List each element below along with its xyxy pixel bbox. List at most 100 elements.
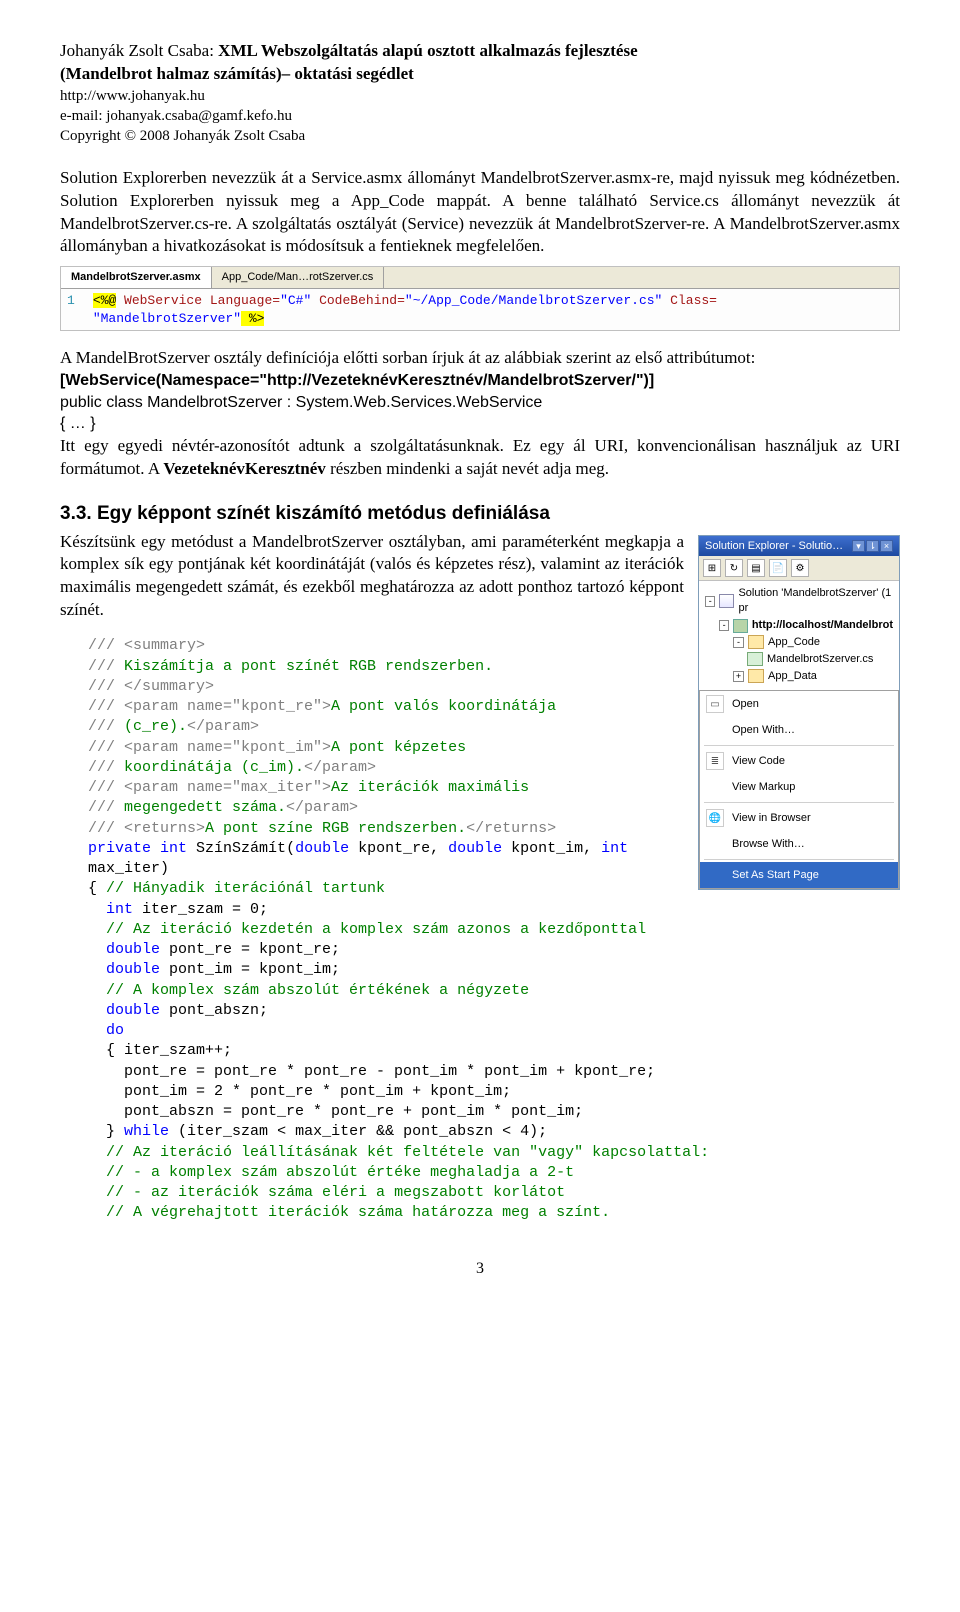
after-ss-p1: A MandelBrotSzerver osztály definíciója …	[60, 347, 900, 370]
kw: double	[106, 1002, 160, 1019]
xmlcomment-prefix: ///	[88, 759, 124, 776]
editor-tab-inactive[interactable]: App_Code/Man…rotSzerver.cs	[212, 267, 385, 288]
pin-icon[interactable]: ⇂	[866, 540, 879, 552]
editor-tab-active[interactable]: MandelbrotSzerver.asmx	[61, 267, 212, 288]
folder-icon	[748, 635, 764, 649]
comment: // A végrehajtott iterációk száma határo…	[88, 1204, 610, 1221]
xmlcomment: </param>	[187, 718, 259, 735]
xmlcomment-prefix: ///	[88, 658, 124, 675]
window-controls: ▾ ⇂ ×	[852, 540, 893, 552]
code-text: pont_abszn = pont_re * pont_re + pont_im…	[88, 1103, 583, 1120]
kw: double	[106, 961, 160, 978]
tree-solution-node[interactable]: - Solution 'MandelbrotSzerver' (1 pr	[705, 585, 893, 617]
context-menu: ▭ Open Open With… ≣ View Code View Marku…	[699, 690, 899, 889]
solution-explorer-titlebar[interactable]: Solution Explorer - Solutio… ▾ ⇂ ×	[699, 536, 899, 557]
properties-icon[interactable]: ⊞	[703, 559, 721, 577]
code-text: SzínSzámít(	[187, 840, 295, 857]
xmlcomment: /// </summary>	[88, 678, 214, 695]
doc-title-bold: XML Webszolgáltatás alapú osztott alkalm…	[218, 41, 637, 60]
expand-icon[interactable]: -	[705, 596, 715, 607]
refresh-icon[interactable]: ↻	[725, 559, 743, 577]
csfile-label: MandelbrotSzerver.cs	[767, 652, 873, 667]
code-text: kpont_re,	[349, 840, 448, 857]
menu-item-open[interactable]: ▭ Open	[700, 691, 898, 717]
attr-class: Class=	[662, 293, 717, 308]
xmlcomment-text: A pont valós koordinátája	[331, 698, 556, 715]
menu-separator	[704, 745, 894, 746]
menu-item-view-browser[interactable]: 🌐 View in Browser	[700, 805, 898, 831]
p2b-bold: VezeteknévKeresztnév	[163, 459, 325, 478]
val-language: "C#"	[280, 293, 311, 308]
code-text: pont_im = kpont_im;	[160, 961, 340, 978]
expand-icon[interactable]: +	[733, 671, 744, 682]
kw: int	[601, 840, 628, 857]
expand-icon[interactable]: -	[733, 637, 744, 648]
appcode-label: App_Code	[768, 635, 820, 650]
solution-icon	[719, 594, 734, 608]
after-screenshot-block: A MandelBrotSzerver osztály definíciója …	[60, 347, 900, 481]
mi-label: View Markup	[732, 780, 795, 795]
code-text: (iter_szam < max_iter && pont_abszn < 4)…	[169, 1123, 547, 1140]
dropdown-icon[interactable]: ▾	[852, 540, 865, 552]
project-label: http://localhost/Mandelbrot	[752, 618, 893, 633]
nest-icon[interactable]: ▤	[747, 559, 765, 577]
expand-icon[interactable]: -	[719, 620, 729, 631]
solution-label: Solution 'MandelbrotSzerver' (1 pr	[738, 586, 893, 616]
appdata-label: App_Data	[768, 669, 817, 684]
val-class: "MandelbrotSzerver"	[93, 311, 241, 326]
tok-webservice: WebService	[116, 293, 210, 308]
copy-site-icon[interactable]: 📄	[769, 559, 787, 577]
asp-close-tag: %>	[241, 311, 264, 326]
xmlcomment-text: megengedett száma.	[124, 799, 286, 816]
xmlcomment-text: koordinátája (c_im).	[124, 759, 304, 776]
code-body: 1 <%@ WebService Language="C#" CodeBehin…	[61, 289, 899, 330]
class-braces: { … }	[60, 413, 900, 435]
tree-appcode-node[interactable]: - App_Code	[705, 634, 893, 651]
p2c: részben mindenki a saját nevét adja meg.	[326, 459, 609, 478]
header-url: http://www.johanyak.hu	[60, 86, 900, 106]
val-codebehind: "~/App_Code/MandelbrotSzerver.cs"	[405, 293, 662, 308]
xmlcomment-text: Kiszámítja a pont színét RGB rendszerben…	[124, 658, 493, 675]
tab-label: MandelbrotSzerver.asmx	[71, 271, 201, 283]
mi-label: View in Browser	[732, 811, 811, 826]
document-header: Johanyák Zsolt Csaba: XML Webszolgáltatá…	[60, 40, 900, 147]
after-ss-p2: Itt egy egyedi névtér-azonosítót adtunk …	[60, 435, 900, 481]
menu-item-browse-with[interactable]: Browse With…	[700, 831, 898, 857]
kw: double	[106, 941, 160, 958]
close-icon[interactable]: ×	[880, 540, 893, 552]
xmlcomment: /// <param name="kpont_re">	[88, 698, 331, 715]
kw: do	[106, 1022, 124, 1039]
config-icon[interactable]: ⚙	[791, 559, 809, 577]
kw: int	[106, 901, 133, 918]
code-text: pont_re = pont_re * pont_re - pont_im * …	[88, 1063, 655, 1080]
section-body-wrap: Solution Explorer - Solutio… ▾ ⇂ × ⊞ ↻ ▤…	[60, 531, 900, 1224]
class-decl-line: public class MandelbrotSzerver : System.…	[60, 392, 900, 414]
cls-name: MandelbrotSzerver	[147, 394, 282, 411]
tree-csfile-node[interactable]: MandelbrotSzerver.cs	[705, 651, 893, 668]
xmlcomment: </param>	[304, 759, 376, 776]
brace: {	[88, 880, 106, 897]
comment: // Az iteráció leállításának két feltéte…	[88, 1144, 709, 1161]
menu-separator	[704, 802, 894, 803]
code-text: pont_im = 2 * pont_re * pont_im + kpont_…	[88, 1083, 511, 1100]
tree-project-node[interactable]: - http://localhost/Mandelbrot	[705, 617, 893, 634]
menu-item-view-code[interactable]: ≣ View Code	[700, 748, 898, 774]
xmlcomment-text: (c_re).	[124, 718, 187, 735]
code-text: iter_szam = 0;	[133, 901, 268, 918]
menu-item-view-markup[interactable]: View Markup	[700, 774, 898, 800]
open-icon: ▭	[706, 695, 724, 713]
xmlcomment: </param>	[286, 799, 358, 816]
attr-language: Language=	[210, 293, 280, 308]
menu-item-open-with[interactable]: Open With…	[700, 717, 898, 743]
header-line2: (Mandelbrot halmaz számítás)– oktatási s…	[60, 63, 900, 86]
globe-icon: 🌐	[706, 809, 724, 827]
xmlcomment: </returns>	[466, 820, 556, 837]
se-title-text: Solution Explorer - Solutio…	[705, 539, 843, 554]
menu-item-set-start-page[interactable]: Set As Start Page	[700, 862, 898, 888]
author-name: Johanyák Zsolt Csaba:	[60, 41, 218, 60]
mi-label: View Code	[732, 754, 785, 769]
xmlcomment: /// <returns>	[88, 820, 205, 837]
code-editor-screenshot: MandelbrotSzerver.asmx App_Code/Man…rotS…	[60, 266, 900, 331]
indent	[88, 901, 106, 918]
tree-appdata-node[interactable]: + App_Data	[705, 668, 893, 685]
